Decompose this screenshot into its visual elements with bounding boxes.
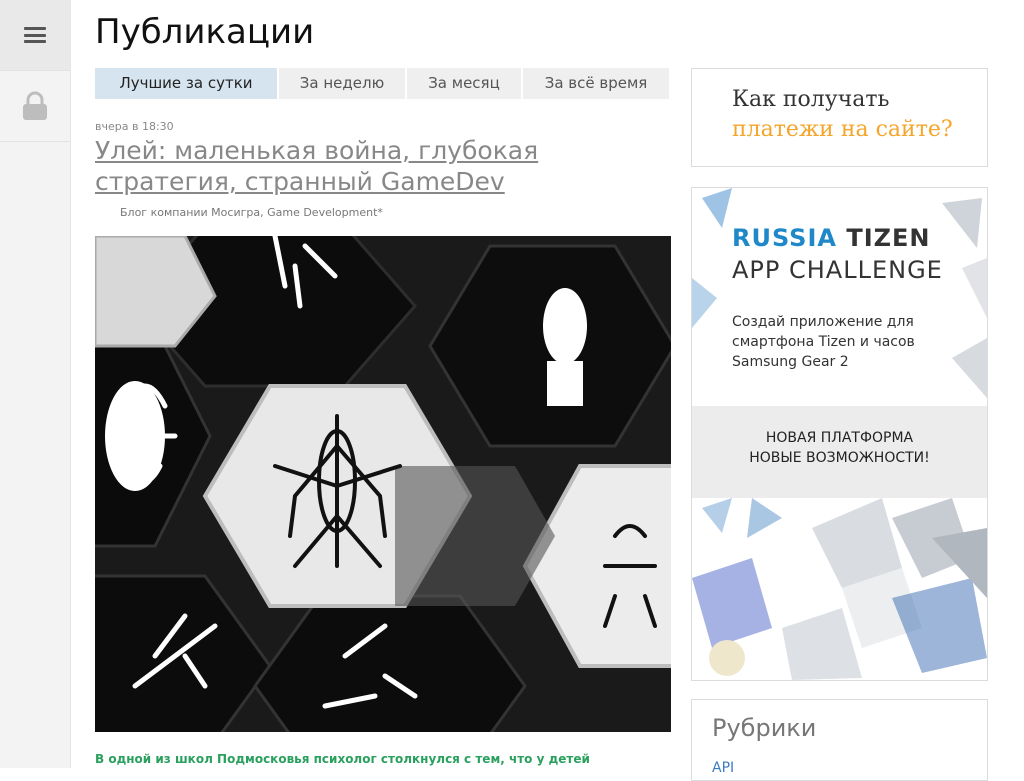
tizen-ad-banner[interactable]: RUSSIA TIZEN APP CHALLENGE Создай прилож… <box>691 187 988 681</box>
slogan-line1: НОВАЯ ПЛАТФОРМА <box>765 430 914 446</box>
login-button[interactable] <box>0 71 70 142</box>
menu-button[interactable] <box>0 0 70 71</box>
slogan-line2: НОВЫЕ ВОЗМОЖНОСТИ! <box>749 450 930 466</box>
origami-artwork <box>692 498 987 680</box>
page-title: Публикации <box>95 12 315 52</box>
tab-week[interactable]: За неделю <box>279 68 405 99</box>
period-tabs: Лучшие за сутки За неделю За месяц За вс… <box>95 68 671 99</box>
lock-icon <box>23 91 47 120</box>
post-lead: В одной из школ Подмосковья психолог сто… <box>95 752 590 766</box>
tizen-brand: RUSSIA TIZEN <box>732 224 931 252</box>
tizen-ad-description: Создай приложение для смартфона Tizen и … <box>732 314 915 370</box>
hive-tiles-illustration <box>95 236 671 732</box>
post-date: вчера в 18:30 <box>95 120 174 133</box>
rubric-item[interactable]: API <box>712 760 734 776</box>
tizen-ad-slogan-band: НОВАЯ ПЛАТФОРМА НОВЫЕ ВОЗМОЖНОСТИ! <box>692 406 987 498</box>
payments-ad-banner[interactable]: Как получать платежи на сайте? <box>691 68 988 167</box>
post-hubs[interactable]: Блог компании Мосигра, Game Development* <box>120 206 383 219</box>
tab-month[interactable]: За месяц <box>407 68 521 99</box>
tab-alltime[interactable]: За всё время <box>523 68 669 99</box>
brand-tizen: TIZEN <box>846 224 931 252</box>
rubrics-panel: Рубрики API <box>691 699 988 781</box>
post-image <box>95 236 671 732</box>
menu-icon <box>24 27 46 43</box>
tab-day[interactable]: Лучшие за сутки <box>95 68 277 99</box>
payments-ad-line1: Как получать <box>732 87 890 112</box>
payments-ad-line2: платежи на сайте? <box>732 117 953 142</box>
left-rail <box>0 0 71 768</box>
rubrics-heading: Рубрики <box>712 714 817 742</box>
brand-russia: RUSSIA <box>732 224 837 252</box>
app-challenge-title: APP CHALLENGE <box>732 256 943 284</box>
post-title-link[interactable]: Улей: маленькая война, глубокая стратеги… <box>95 135 675 197</box>
